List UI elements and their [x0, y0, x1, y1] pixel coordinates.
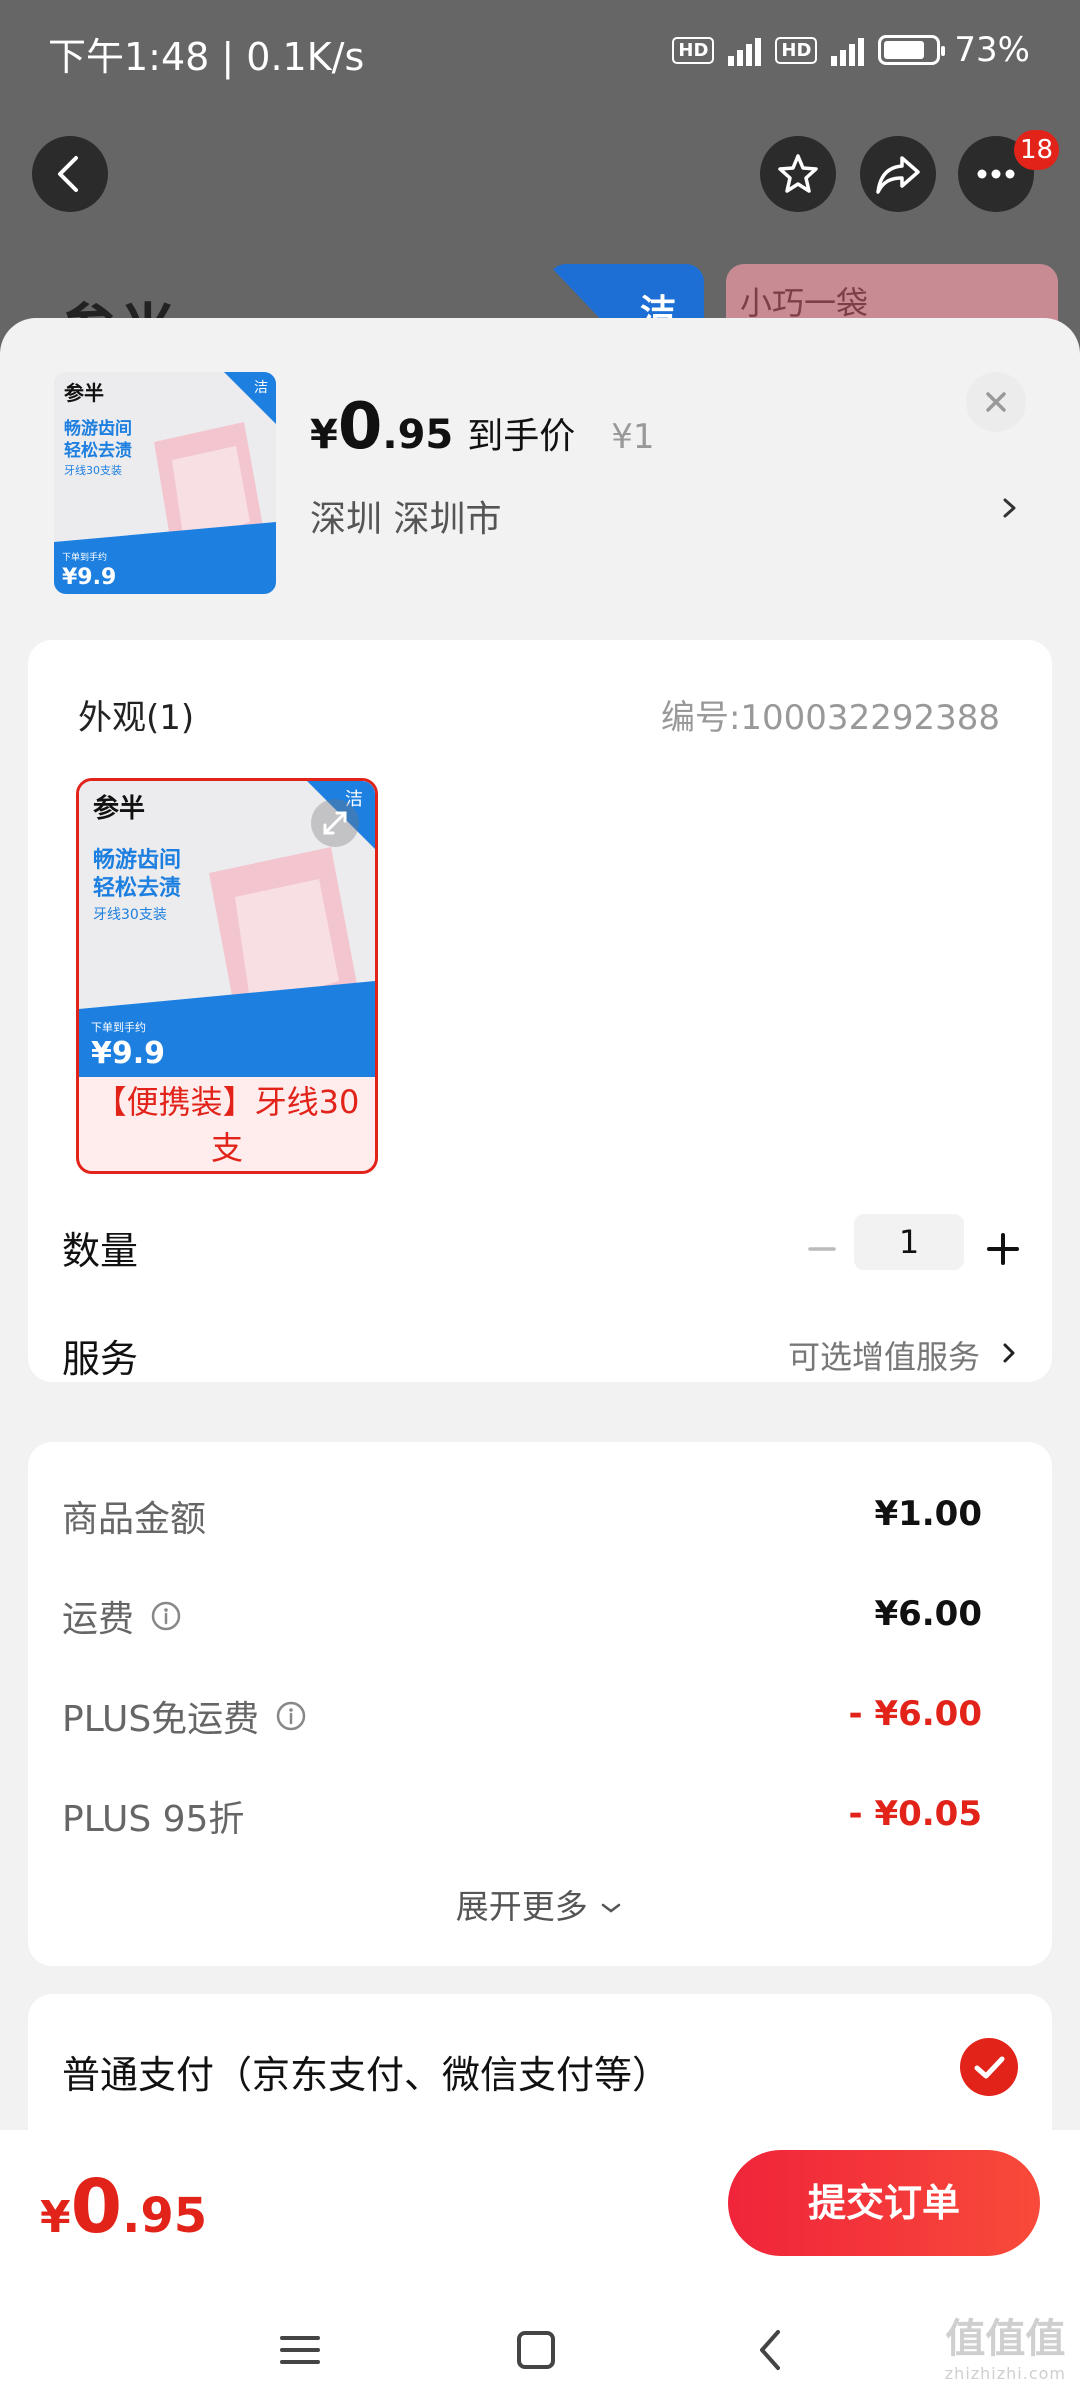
fee-row: 运费 ¥6.00 — [62, 1590, 1022, 1650]
price-currency: ¥ — [310, 412, 338, 458]
chevron-down-icon — [602, 1903, 621, 1913]
battery-percent: 73% — [954, 30, 1030, 70]
star-icon — [778, 154, 818, 193]
fee-label-text: PLUS 95折 — [62, 1799, 245, 1840]
signal-icon-2 — [831, 34, 865, 66]
service-value[interactable]: 可选增值服务 — [788, 1332, 980, 1378]
spec-image-line2: 轻松去渍 — [93, 875, 181, 901]
check-icon — [974, 2056, 1005, 2079]
spec-option-image: 洁 参半 畅游齿间 轻松去渍 牙线30支装 下单到手约 ¥9.9 — [79, 781, 375, 1077]
product-image-corner: 洁 — [254, 380, 268, 396]
info-icon[interactable] — [150, 1600, 182, 1632]
message-badge: 18 — [1014, 130, 1060, 170]
sku-selection-sheet: 洁 参半 畅游齿间 轻松去渍 牙线30支装 下单到手约 ¥9.9 ¥ 0 .95… — [0, 318, 1080, 2130]
product-image-promo-small: 下单到手约 — [62, 551, 107, 563]
spec-option-selected[interactable]: 洁 参半 畅游齿间 轻松去渍 牙线30支装 下单到手约 ¥9.9 【便携装】牙线… — [76, 778, 378, 1174]
menu-icon[interactable] — [270, 2320, 330, 2380]
product-thumbnail[interactable]: 洁 参半 畅游齿间 轻松去渍 牙线30支装 下单到手约 ¥9.9 — [54, 372, 276, 594]
share-button[interactable] — [860, 136, 936, 212]
background-page: 下午1:48 | 0.1K/s HD HD 73% 18 参半 洁 小巧一袋 — [0, 0, 1080, 368]
price-decimal: .95 — [382, 412, 454, 458]
delivery-address[interactable]: 深圳 深圳市 — [310, 490, 501, 542]
fee-value: - ¥6.00 — [848, 1694, 983, 1734]
close-button[interactable] — [966, 372, 1026, 432]
share-icon — [876, 156, 920, 194]
price-label: 到手价 — [467, 416, 576, 457]
back-button[interactable] — [32, 136, 108, 212]
chevron-right-icon[interactable] — [996, 488, 1024, 528]
sheet-header: 洁 参半 畅游齿间 轻松去渍 牙线30支装 下单到手约 ¥9.9 ¥ 0 .95… — [0, 318, 1080, 618]
submit-order-button[interactable]: 提交订单 — [728, 2150, 1040, 2256]
status-time: 下午1:48 | 0.1K/s — [48, 35, 365, 79]
service-label: 服务 — [62, 1337, 139, 1381]
spec-card: 外观(1) 编号:100032292388 洁 参半 畅游齿间 轻松去渍 牙线3… — [28, 640, 1052, 1382]
fee-label: 商品金额 — [62, 1490, 206, 1542]
fee-row: 商品金额 ¥1.00 — [62, 1490, 1022, 1550]
battery-icon — [878, 35, 946, 65]
quantity-label: 数量 — [62, 1229, 139, 1273]
minus-button[interactable] — [798, 1225, 846, 1273]
expand-image-icon[interactable] — [311, 799, 359, 847]
fee-card: 商品金额 ¥1.00 运费 ¥6.00 PLUS免运费 - ¥6.00 PLUS… — [28, 1442, 1052, 1966]
spec-label: 外观(1) — [78, 698, 195, 738]
favorite-button[interactable] — [760, 136, 836, 212]
total-price: ¥ 0 .95 — [40, 2164, 207, 2250]
spec-option-label: 【便携装】牙线30支 — [94, 1083, 360, 1167]
product-code: 编号:100032292388 — [660, 698, 1000, 738]
close-icon — [986, 392, 1006, 412]
chevron-left-icon — [58, 156, 78, 192]
quantity-input[interactable]: 1 — [854, 1214, 964, 1270]
info-icon[interactable] — [275, 1700, 307, 1732]
plus-button[interactable] — [978, 1224, 1028, 1274]
fee-row: PLUS免运费 - ¥6.00 — [62, 1690, 1022, 1750]
spec-image-brand: 参半 — [93, 793, 145, 824]
fee-value: ¥1.00 — [874, 1494, 982, 1534]
expand-more-label: 展开更多 — [455, 1887, 588, 1926]
product-image-brand: 参半 — [64, 381, 104, 405]
fee-label-text: 商品金额 — [62, 1499, 207, 1540]
site-watermark: 值值值 zhizhizhi.com — [945, 2306, 1066, 2383]
fee-value: ¥6.00 — [874, 1594, 982, 1634]
spec-image-line3: 牙线30支装 — [93, 907, 167, 923]
watermark-main: 值值值 — [945, 2316, 1066, 2362]
fee-row: PLUS 95折 - ¥0.05 — [62, 1790, 1022, 1850]
product-image-line3: 牙线30支装 — [64, 463, 122, 477]
payment-card: 普通支付（京东支付、微信支付等） — [28, 1994, 1052, 2130]
original-price: ¥1 — [611, 417, 655, 457]
system-nav-bar — [0, 2300, 1080, 2400]
signal-icon — [728, 34, 762, 66]
spec-image-promo-price: ¥9.9 — [91, 1036, 165, 1071]
bottom-action-bar: ¥ 0 .95 提交订单 值值值 zhizhizhi.com — [0, 2130, 1080, 2400]
product-image-promo-price: ¥9.9 — [62, 565, 116, 590]
watermark-sub: zhizhizhi.com — [944, 2364, 1066, 2383]
fee-label: 运费 — [62, 1590, 182, 1642]
fee-label-text: 运费 — [62, 1599, 135, 1640]
hd-icon: HD — [672, 36, 715, 64]
fee-value: - ¥0.05 — [848, 1794, 983, 1834]
payment-method-label[interactable]: 普通支付（京东支付、微信支付等） — [62, 2044, 670, 2099]
product-image: 洁 参半 畅游齿间 轻松去渍 牙线30支装 下单到手约 ¥9.9 — [54, 372, 276, 594]
payment-selected-checkbox[interactable] — [960, 2038, 1018, 2096]
price-row: ¥ 0 .95 到手价 ¥1 — [310, 390, 655, 464]
spec-image-line1: 畅游齿间 — [93, 847, 181, 873]
back-icon[interactable] — [742, 2320, 802, 2380]
fee-label-text: PLUS免运费 — [62, 1699, 260, 1740]
chevron-right-icon[interactable] — [998, 1336, 1022, 1370]
spec-image-promo-small: 下单到手约 — [91, 1020, 146, 1034]
product-image-line2: 轻松去渍 — [64, 440, 132, 461]
status-bar: 下午1:48 | 0.1K/s HD HD 73% — [0, 0, 1080, 110]
total-currency: ¥ — [40, 2192, 71, 2243]
hd-icon-2: HD — [775, 36, 818, 64]
price-integer: 0 — [337, 390, 383, 464]
product-image-line1: 畅游齿间 — [64, 418, 132, 439]
total-integer: 0 — [70, 2164, 123, 2250]
total-decimal: .95 — [122, 2188, 208, 2244]
expand-more-button[interactable]: 展开更多 — [28, 1880, 1052, 1928]
status-icons: HD HD 73% — [672, 30, 1030, 70]
home-icon[interactable] — [506, 2320, 566, 2380]
fee-label: PLUS免运费 — [62, 1690, 307, 1742]
fee-label: PLUS 95折 — [62, 1790, 244, 1842]
